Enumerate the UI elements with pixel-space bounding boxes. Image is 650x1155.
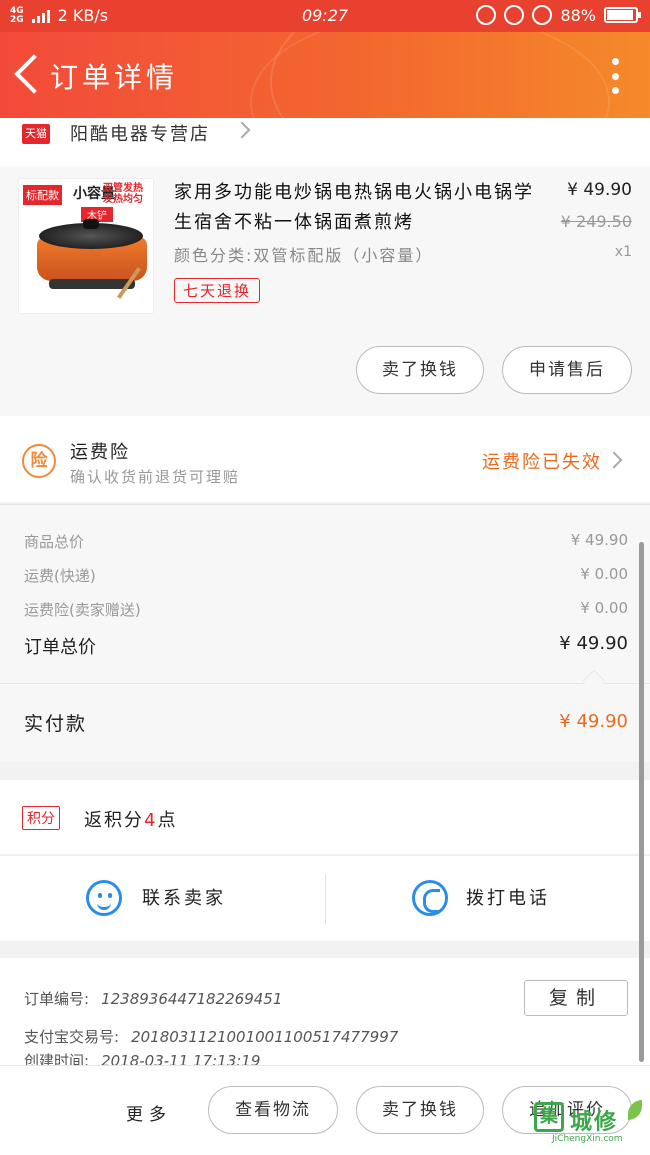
- contact-seller-label: 联系卖家: [142, 888, 226, 909]
- apply-after-sale-button[interactable]: 申请售后: [502, 346, 632, 394]
- points-count: 4: [144, 810, 158, 831]
- points-suffix: 点: [157, 810, 178, 831]
- order-id-label: 订单编号:: [24, 990, 90, 1008]
- watermark-cn: 城修: [570, 1110, 619, 1135]
- chevron-right-icon: [605, 451, 623, 469]
- view-logistics-button[interactable]: 查看物流: [208, 1086, 338, 1134]
- alipay-id-label: 支付宝交易号:: [24, 1028, 120, 1046]
- paid-value: ¥ 49.90: [559, 711, 628, 732]
- alipay-id-line: 支付宝交易号: 2018031121001001100517477997: [24, 1026, 398, 1047]
- chevron-right-icon: [233, 121, 251, 139]
- thumb-tag-standard: 标配款: [23, 185, 62, 205]
- order-info: 订单编号: 1238936447182269451 支付宝交易号: 20180311…: [0, 958, 650, 1065]
- created-time-line: 创建时间: 2018-03-11 17:13:19: [24, 1050, 260, 1065]
- rotation-lock-icon: [504, 5, 525, 25]
- order-detail-scroll[interactable]: 天猫 阳酷电器专营店 标配款 小容量 双管发热 发热均匀 木铲 家用多功能电炒锅…: [0, 118, 650, 1065]
- leaf-icon: [628, 1100, 642, 1120]
- insurance-title: 运费险: [70, 442, 130, 463]
- more-actions-button[interactable]: 更多: [126, 1100, 172, 1125]
- call-phone-button[interactable]: 拨打电话: [326, 856, 650, 942]
- battery-percent: 88%: [560, 5, 596, 25]
- scrollbar[interactable]: [639, 542, 644, 1062]
- price-row-shipping: 运费(快递) ¥ 0.00: [24, 565, 628, 586]
- contact-seller-button[interactable]: 联系卖家: [0, 856, 325, 942]
- contact-bar: 联系卖家 拨打电话: [0, 855, 650, 941]
- created-time-value: 2018-03-11 17:13:19: [101, 1052, 261, 1065]
- shop-name[interactable]: 阳酷电器专营店: [70, 120, 210, 146]
- paid-label: 实付款: [24, 713, 88, 735]
- order-id-value: 1238936447182269451: [101, 990, 283, 1008]
- price-row-goods: 商品总价 ¥ 49.90: [24, 531, 628, 552]
- chat-face-icon: [86, 880, 122, 916]
- page-title: 订单详情: [50, 61, 179, 94]
- status-bar: 4G 2G 2 KB/s 09:27 88%: [0, 0, 650, 32]
- insurance-icon: 险: [22, 444, 56, 478]
- order-total-label: 订单总价: [24, 637, 96, 658]
- page-header: 订单详情: [0, 32, 650, 118]
- shipping-insurance-row[interactable]: 险 运费险 确认收货前退货可理赔 运费险已失效: [0, 416, 650, 502]
- price-row-label: 运费险(卖家赠送): [24, 601, 141, 619]
- back-icon[interactable]: [10, 52, 46, 96]
- price-summary: 商品总价 ¥ 49.90 运费(快递) ¥ 0.00 运费险(卖家赠送) ¥ 0…: [0, 504, 650, 762]
- shop-row[interactable]: 天猫 阳酷电器专营店: [0, 118, 650, 166]
- product-quantity: x1: [614, 244, 632, 260]
- price-row-label: 运费(快递): [24, 567, 96, 585]
- thumb-tag-heating: 双管发热 发热均匀: [103, 183, 143, 205]
- price-row-label: 商品总价: [24, 533, 85, 551]
- points-badge: 积分: [22, 806, 60, 830]
- product-title[interactable]: 家用多功能电炒锅电热锅电火锅小电锅学生宿舍不粘一体锅面煮煎烤: [174, 178, 546, 238]
- insurance-status: 运费险已失效: [482, 452, 602, 473]
- product-card[interactable]: 标配款 小容量 双管发热 发热均匀 木铲 家用多功能电炒锅电热锅电火锅小电锅学生…: [0, 166, 650, 416]
- site-watermark-logo: 集 城修 JiChengXin.com: [534, 1100, 644, 1148]
- copy-order-id-button[interactable]: 复制: [524, 980, 628, 1016]
- points-prefix: 返积分: [84, 810, 144, 831]
- price-row-total: 订单总价 ¥ 49.90: [24, 633, 628, 659]
- points-text: 返积分4点: [84, 806, 177, 832]
- price-row-value: ¥ 0.00: [580, 599, 628, 617]
- price-row-value: ¥ 49.90: [570, 531, 628, 549]
- price-row-value: ¥ 0.00: [580, 565, 628, 583]
- alarm-icon: [532, 5, 553, 25]
- battery-icon: [604, 7, 641, 23]
- vibrate-icon: [476, 5, 497, 25]
- product-thumbnail[interactable]: 标配款 小容量 双管发热 发热均匀 木铲: [18, 178, 154, 314]
- watermark-icon: 集: [534, 1102, 564, 1132]
- status-right: 88%: [476, 5, 641, 25]
- price-row-insurance: 运费险(卖家赠送) ¥ 0.00: [24, 599, 628, 620]
- points-row: 积分 返积分4点: [0, 780, 650, 854]
- created-time-label: 创建时间:: [24, 1052, 90, 1065]
- sell-for-cash-button[interactable]: 卖了换钱: [356, 346, 484, 394]
- seven-day-return-badge: 七天退换: [174, 278, 261, 303]
- tmall-badge: 天猫: [22, 124, 50, 144]
- order-total-value: ¥ 49.90: [559, 633, 628, 654]
- more-vertical-icon[interactable]: [608, 58, 622, 94]
- watermark-en: JiChengXin.com: [552, 1134, 623, 1144]
- phone-icon: [412, 880, 448, 916]
- alipay-id-value: 2018031121001001100517477997: [131, 1028, 399, 1046]
- product-sku: 颜色分类:双管标配版（小容量）: [174, 246, 434, 265]
- insurance-subtitle: 确认收货前退货可理赔: [70, 468, 241, 486]
- call-phone-label: 拨打电话: [466, 888, 550, 909]
- product-original-price: ¥ 249.50: [560, 212, 632, 231]
- sell-for-cash-button-bottom[interactable]: 卖了换钱: [356, 1086, 484, 1134]
- product-price: ¥ 49.90: [567, 180, 632, 200]
- order-id-line: 订单编号: 1238936447182269451: [24, 988, 282, 1009]
